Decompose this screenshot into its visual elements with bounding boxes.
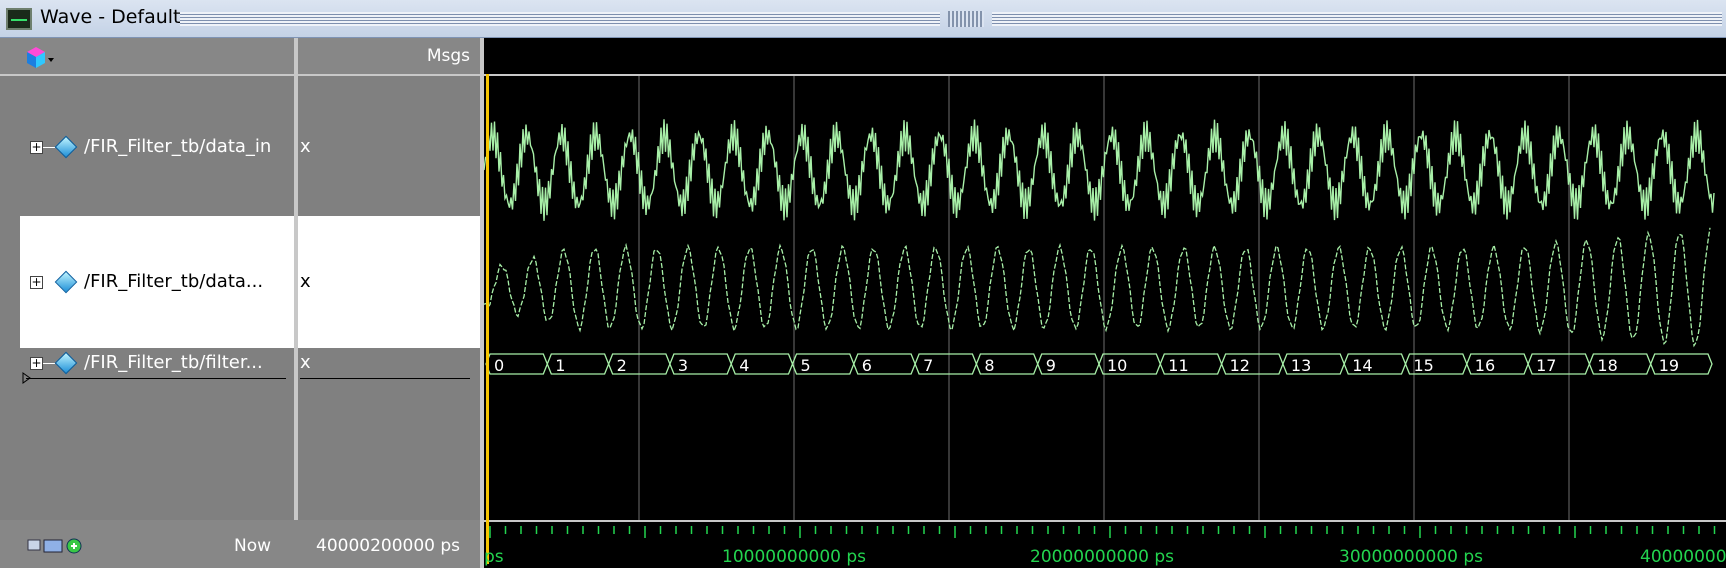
expand-icon[interactable]: +	[30, 357, 43, 370]
bus-value-label: 10	[1107, 356, 1127, 375]
titlebar-grip-right	[992, 12, 1722, 26]
signal-value-data-out: x	[300, 271, 311, 292]
column-separator[interactable]	[294, 38, 298, 568]
time-cursor	[486, 74, 489, 564]
tree-connector	[43, 147, 55, 148]
wave-window-icon	[6, 8, 32, 30]
titlebar-grip-left	[180, 12, 940, 26]
bus-value-label: 11	[1168, 356, 1188, 375]
msgs-column-header: Msgs	[298, 38, 480, 74]
wave-header-separator	[484, 74, 1726, 76]
bus-value-label: 14	[1352, 356, 1372, 375]
now-time-value: 40000200000 ps	[316, 536, 461, 556]
bus-value-label: 6	[862, 356, 872, 375]
header-separator	[0, 74, 480, 76]
window-titlebar[interactable]: Wave - Default	[0, 0, 1726, 38]
footer-tool-icons[interactable]	[26, 536, 86, 556]
waveform-data-in	[484, 119, 1715, 221]
bus-value-label: 7	[923, 356, 933, 375]
ruler-label: 20000000000 ps	[1030, 547, 1174, 567]
bus-value-label: 9	[1046, 356, 1056, 375]
tree-connector	[43, 363, 55, 364]
bus-value-label: 13	[1291, 356, 1311, 375]
bus-value-label: 15	[1414, 356, 1434, 375]
window-title: Wave - Default	[40, 6, 181, 28]
bus-value-label: 16	[1475, 356, 1495, 375]
msgs-header-label: Msgs	[426, 46, 470, 66]
titlebar-grip-handle[interactable]	[948, 11, 984, 27]
bus-value-label: 3	[678, 356, 688, 375]
ruler-label: 30000000000 ps	[1339, 547, 1483, 567]
bus-value-label: 4	[739, 356, 749, 375]
waveform-canvas[interactable]: 0 1 2 3 4 5 6 7 8 9 10 11 12 13 14 15 16 17 18 19ps 10000000…	[484, 38, 1726, 568]
bus-value-label: 1	[555, 356, 565, 375]
waveform-data-out	[484, 227, 1711, 348]
bus-value-label: 5	[801, 356, 811, 375]
bus-value-label: 17	[1536, 356, 1556, 375]
signal-name-filter: /FIR_Filter_tb/filter...	[84, 352, 263, 373]
ruler-label: 10000000000 ps	[722, 547, 866, 567]
bus-value-label: 8	[984, 356, 994, 375]
expand-icon[interactable]: +	[30, 276, 43, 289]
now-label: Now	[234, 536, 272, 556]
signal-value-data-in: x	[300, 136, 311, 157]
signal-value-filter: x	[300, 352, 311, 373]
bus-value-label: 19	[1659, 356, 1679, 375]
name-column-header	[0, 38, 294, 74]
expand-icon[interactable]: +	[30, 141, 43, 154]
small-triangle-icon	[22, 372, 31, 384]
ruler-label: 40000000	[1640, 547, 1726, 567]
row-underline	[300, 378, 470, 379]
bus-value-label: 0	[494, 356, 504, 375]
wave-footer-separator	[484, 520, 1726, 522]
bus-value-label: 18	[1597, 356, 1617, 375]
bus-value-label: 2	[617, 356, 627, 375]
selected-value-highlight	[298, 216, 480, 348]
bus-value-label: 12	[1230, 356, 1250, 375]
cube-dropdown-icon[interactable]	[24, 44, 54, 70]
signal-name-data-out: /FIR_Filter_tb/data...	[84, 271, 264, 292]
ruler-label: ps	[484, 547, 504, 567]
row-underline	[26, 378, 286, 379]
signal-name-data-in: /FIR_Filter_tb/data_in	[84, 136, 272, 157]
